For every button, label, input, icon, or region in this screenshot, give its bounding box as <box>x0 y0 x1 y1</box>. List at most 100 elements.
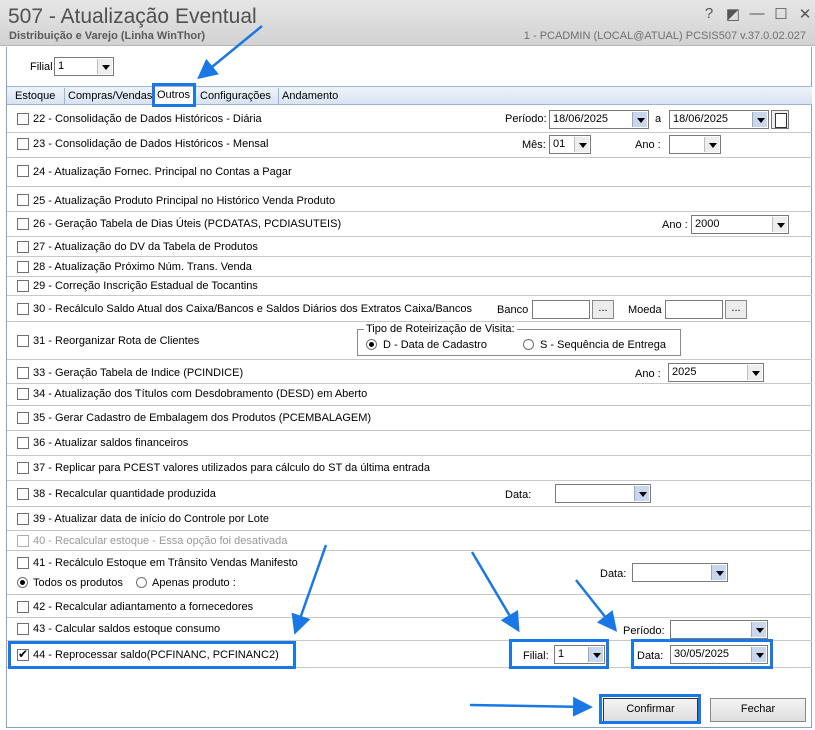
checkbox-39[interactable] <box>17 513 29 525</box>
window-subtitle: Distribuição e Varejo (Linha WinThor) <box>9 30 206 42</box>
checkbox-26[interactable] <box>17 218 29 230</box>
option-label-34: 34 - Atualização dos Títulos com Desdobr… <box>33 388 368 400</box>
option-label-37: 37 - Replicar para PCEST valores utiliza… <box>33 462 431 474</box>
tab-outros[interactable]: Outros <box>154 87 196 105</box>
close-icon[interactable]: ✕ <box>796 5 814 23</box>
periodo-start-date[interactable]: 18/06/2025 <box>549 110 649 129</box>
tab-compras-vendas[interactable]: Compras/Vendas <box>65 88 153 105</box>
checkbox-42[interactable] <box>17 601 29 613</box>
chevron-down-icon[interactable] <box>711 565 726 580</box>
radio-sequencia-entrega[interactable] <box>523 339 534 350</box>
option-label-44: 44 - Reprocessar saldo(PCFINANC, PCFINAN… <box>33 649 279 661</box>
option-label-41: 41 - Recálculo Estoque em Trânsito Venda… <box>33 557 298 569</box>
checkbox-28[interactable] <box>17 261 29 273</box>
moeda-input[interactable] <box>665 300 723 319</box>
ano-26-select[interactable]: 2000 <box>691 215 789 234</box>
option-label-28: 28 - Atualização Próximo Núm. Trans. Ven… <box>33 261 252 273</box>
checkbox-38[interactable] <box>17 488 29 500</box>
ano-33-value: 2025 <box>672 366 697 378</box>
chevron-down-icon[interactable] <box>574 137 589 152</box>
banco-input[interactable] <box>532 300 590 319</box>
tab-andamento[interactable]: Andamento <box>279 88 343 105</box>
confirm-button[interactable]: Confirmar <box>603 698 698 722</box>
close-button[interactable]: Fechar <box>710 698 806 722</box>
filial-44-value: 1 <box>558 648 565 660</box>
checkbox-29[interactable] <box>17 280 29 292</box>
option-label-27: 27 - Atualização do DV da Tabela de Prod… <box>33 241 258 253</box>
maximize-icon[interactable]: ☐ <box>772 5 790 23</box>
mes-select[interactable]: 01 <box>549 135 591 154</box>
chevron-down-icon[interactable] <box>751 647 766 662</box>
title-bar: 507 - Atualização Eventual Distribuição … <box>0 0 815 46</box>
help-icon[interactable]: ? <box>700 5 718 22</box>
checkbox-40 <box>17 535 29 547</box>
tab-configuracoes[interactable]: Configurações <box>197 88 279 105</box>
radio-apenas-produto[interactable] <box>136 577 147 588</box>
option-label-36: 36 - Atualizar saldos financeiros <box>33 437 189 449</box>
checkbox-22[interactable] <box>17 113 29 125</box>
checkbox-34[interactable] <box>17 388 29 400</box>
moeda-search-button[interactable]: ... <box>725 300 747 319</box>
checkbox-25[interactable] <box>17 194 29 206</box>
checkbox-43[interactable] <box>17 623 29 635</box>
filial-44-select[interactable]: 1 <box>554 645 605 664</box>
roteirizacao-title: Tipo de Roteirização de Visita: <box>364 323 517 335</box>
chevron-down-icon[interactable] <box>632 112 647 127</box>
ano-26-value: 2000 <box>695 218 720 230</box>
option-label-43: 43 - Calcular saldos estoque consumo <box>33 623 221 635</box>
mes-value: 01 <box>553 138 566 150</box>
chevron-down-icon[interactable] <box>97 59 112 74</box>
option-label-29: 29 - Correção Inscrição Estadual de Toca… <box>33 280 258 292</box>
checkbox-37[interactable] <box>17 462 29 474</box>
chevron-down-icon[interactable] <box>752 112 767 127</box>
data-41-date[interactable] <box>632 563 728 582</box>
checkbox-27[interactable] <box>17 241 29 253</box>
filial-label: Filial <box>30 61 53 73</box>
periodo-label: Período: <box>505 113 547 125</box>
chevron-down-icon[interactable] <box>747 365 762 380</box>
checkbox-44[interactable] <box>17 647 29 661</box>
ano-33-select[interactable]: 2025 <box>668 363 764 382</box>
data-44-date[interactable]: 30/05/2025 <box>670 645 768 664</box>
ano-select[interactable] <box>669 135 721 154</box>
option-label-23: 23 - Consolidação de Dados Históricos - … <box>33 138 269 150</box>
checkbox-30[interactable] <box>17 303 29 315</box>
filial-select[interactable]: 1 <box>54 57 114 76</box>
checkbox-33[interactable] <box>17 367 29 379</box>
checkbox-35[interactable] <box>17 412 29 424</box>
chevron-down-icon[interactable] <box>588 647 603 662</box>
ano-label: Ano : <box>635 139 661 151</box>
chevron-down-icon[interactable] <box>751 622 766 637</box>
checkbox-23[interactable] <box>17 138 29 150</box>
window-title: 507 - Atualização Eventual <box>8 5 257 28</box>
checkbox-31[interactable] <box>17 335 29 347</box>
radio-data-cadastro-label: D - Data de Cadastro <box>383 339 487 351</box>
periodo-43-date[interactable] <box>670 620 768 639</box>
checkbox-41[interactable] <box>17 557 29 569</box>
data-38-date[interactable] <box>555 484 651 503</box>
tab-estoque[interactable]: Estoque <box>10 88 65 105</box>
data-44-label: Data: <box>637 650 664 662</box>
radio-data-cadastro[interactable] <box>366 339 377 350</box>
chevron-down-icon[interactable] <box>772 217 787 232</box>
chevron-down-icon[interactable] <box>704 137 719 152</box>
moeda-label: Moeda <box>628 304 662 316</box>
checkbox-36[interactable] <box>17 437 29 449</box>
option-label-42: 42 - Recalcular adiantamento a fornecedo… <box>33 601 254 613</box>
option-label-30: 30 - Recálculo Saldo Atual dos Caixa/Ban… <box>33 303 473 315</box>
option-label-31: 31 - Reorganizar Rota de Clientes <box>33 335 200 347</box>
ano-33-label: Ano : <box>635 368 661 380</box>
minimize-icon[interactable]: — <box>748 5 766 22</box>
checkbox-24[interactable] <box>17 165 29 177</box>
chevron-down-icon[interactable] <box>634 486 649 501</box>
option-label-25: 25 - Atualização Produto Principal no Hi… <box>33 195 336 207</box>
option-label-22: 22 - Consolidação de Dados Históricos - … <box>33 113 262 125</box>
banco-search-button[interactable]: ... <box>592 300 614 319</box>
radio-todos-produtos-label: Todos os produtos <box>33 577 123 589</box>
periodo-end-date[interactable]: 18/06/2025 <box>669 110 769 129</box>
calendar-icon[interactable] <box>771 110 789 129</box>
periodo-separator: a <box>655 113 662 125</box>
restore-layout-icon[interactable]: ◩ <box>724 5 742 23</box>
option-label-26: 26 - Geração Tabela de Dias Úteis (PCDAT… <box>33 218 342 230</box>
radio-todos-produtos[interactable] <box>17 577 28 588</box>
